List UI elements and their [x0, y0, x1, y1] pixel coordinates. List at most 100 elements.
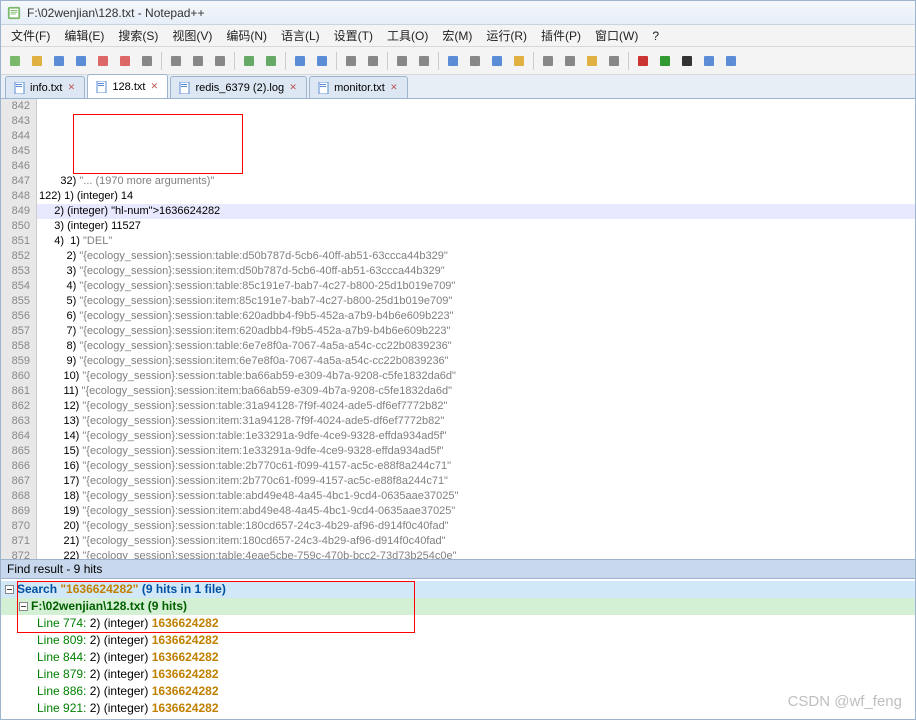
gutter-line: 859 [1, 354, 30, 369]
gutter-line: 865 [1, 444, 30, 459]
code-area[interactable]: 数据量大 32) "... (1970 more arguments)"122)… [37, 99, 915, 559]
collapse-icon[interactable] [19, 602, 28, 611]
menu-search[interactable]: 搜索(S) [112, 25, 164, 46]
undo-icon[interactable] [239, 51, 259, 71]
open-file-icon[interactable] [27, 51, 47, 71]
app-icon [7, 6, 21, 20]
gutter-line: 855 [1, 294, 30, 309]
menu-macro[interactable]: 宏(M) [436, 25, 478, 46]
find-results[interactable]: Search "1636624282" (9 hits in 1 file)F:… [1, 579, 915, 719]
code-line: 3) (integer) 11527 [37, 219, 915, 234]
play-icon[interactable] [655, 51, 675, 71]
stop-icon[interactable] [677, 51, 697, 71]
wordwrap-icon[interactable] [443, 51, 463, 71]
document-icon [96, 81, 108, 93]
record-icon[interactable] [633, 51, 653, 71]
menu-help[interactable]: ? [646, 27, 665, 45]
menu-language[interactable]: 语言(L) [275, 25, 326, 46]
sync-h-icon[interactable] [414, 51, 434, 71]
gutter-line: 844 [1, 129, 30, 144]
indent-guide-icon[interactable] [487, 51, 507, 71]
code-line: 17) "{ecology_session}:session:item:2b77… [37, 474, 915, 489]
find-hit-line[interactable]: Line 774: 2) (integer) 1636624282 [1, 615, 915, 632]
code-line: 7) "{ecology_session}:session:item:620ad… [37, 324, 915, 339]
code-line: 11) "{ecology_session}:session:item:ba66… [37, 384, 915, 399]
code-line: 16) "{ecology_session}:session:table:2b7… [37, 459, 915, 474]
gutter-line: 842 [1, 99, 30, 114]
close-all-icon[interactable] [115, 51, 135, 71]
save-all-icon[interactable] [71, 51, 91, 71]
window-title: F:\02wenjian\128.txt - Notepad++ [27, 6, 204, 20]
menu-tools[interactable]: 工具(O) [381, 25, 434, 46]
gutter-line: 872 [1, 549, 30, 559]
find-results-header: Find result - 9 hits [1, 559, 915, 579]
find-hit-line[interactable]: Line 921: 2) (integer) 1636624282 [1, 700, 915, 717]
folder-icon[interactable] [582, 51, 602, 71]
find-file-line[interactable]: F:\02wenjian\128.txt (9 hits) [1, 598, 915, 615]
sync-v-icon[interactable] [392, 51, 412, 71]
find-hit-line[interactable]: Line 879: 2) (integer) 1636624282 [1, 666, 915, 683]
find-hit-line[interactable]: Line 809: 2) (integer) 1636624282 [1, 632, 915, 649]
gutter-line: 857 [1, 324, 30, 339]
code-line: 13) "{ecology_session}:session:item:31a9… [37, 414, 915, 429]
menu-settings[interactable]: 设置(T) [328, 25, 379, 46]
tab-redis-6379--2--log[interactable]: redis_6379 (2).log✕ [170, 76, 307, 98]
func-list-icon[interactable] [560, 51, 580, 71]
menu-view[interactable]: 视图(V) [166, 25, 218, 46]
tab-monitor-txt[interactable]: monitor.txt✕ [309, 76, 408, 98]
gutter-line: 845 [1, 144, 30, 159]
gutter-line: 870 [1, 519, 30, 534]
menu-run[interactable]: 运行(R) [480, 25, 533, 46]
gutter-line: 856 [1, 309, 30, 324]
tab-close-icon[interactable]: ✕ [149, 82, 159, 92]
playback-icon[interactable] [699, 51, 719, 71]
menu-plugins[interactable]: 插件(P) [535, 25, 587, 46]
code-line: 20) "{ecology_session}:session:table:180… [37, 519, 915, 534]
gutter-line: 866 [1, 459, 30, 474]
zoom-out-icon[interactable] [363, 51, 383, 71]
gutter-line: 846 [1, 159, 30, 174]
collapse-icon[interactable] [5, 585, 14, 594]
find-hit-line[interactable]: Line 886: 2) (integer) 1636624282 [1, 683, 915, 700]
print-icon[interactable] [137, 51, 157, 71]
close-icon[interactable] [93, 51, 113, 71]
gutter-line: 861 [1, 384, 30, 399]
menu-file[interactable]: 文件(F) [5, 25, 56, 46]
find-hit-line[interactable]: Line 844: 2) (integer) 1636624282 [1, 649, 915, 666]
doc-map-icon[interactable] [538, 51, 558, 71]
copy-icon[interactable] [188, 51, 208, 71]
code-line: 8) "{ecology_session}:session:table:6e7e… [37, 339, 915, 354]
tab-close-icon[interactable]: ✕ [389, 83, 399, 93]
document-icon [318, 82, 330, 94]
menu-window[interactable]: 窗口(W) [589, 25, 644, 46]
gutter-line: 847 [1, 174, 30, 189]
tab-128-txt[interactable]: 128.txt✕ [87, 74, 168, 98]
document-icon [14, 82, 26, 94]
menu-edit[interactable]: 编辑(E) [58, 25, 110, 46]
save-icon[interactable] [49, 51, 69, 71]
monitor-icon[interactable] [604, 51, 624, 71]
tab-close-icon[interactable]: ✕ [288, 83, 298, 93]
lang-icon[interactable] [509, 51, 529, 71]
code-line: 32) "... (1970 more arguments)" [37, 174, 915, 189]
menu-encoding[interactable]: 编码(N) [220, 25, 273, 46]
save-macro-icon[interactable] [721, 51, 741, 71]
tab-info-txt[interactable]: info.txt✕ [5, 76, 85, 98]
find-icon[interactable] [290, 51, 310, 71]
find-search-line[interactable]: Search "1636624282" (9 hits in 1 file) [1, 581, 915, 598]
editor: 8428438448458468478488498508518528538548… [1, 99, 915, 559]
code-line: 18) "{ecology_session}:session:table:abd… [37, 489, 915, 504]
cut-icon[interactable] [166, 51, 186, 71]
gutter-line: 853 [1, 264, 30, 279]
all-chars-icon[interactable] [465, 51, 485, 71]
code-line: 19) "{ecology_session}:session:item:abd4… [37, 504, 915, 519]
paste-icon[interactable] [210, 51, 230, 71]
zoom-in-icon[interactable] [341, 51, 361, 71]
code-line: 12) "{ecology_session}:session:table:31a… [37, 399, 915, 414]
tab-close-icon[interactable]: ✕ [66, 83, 76, 93]
replace-icon[interactable] [312, 51, 332, 71]
document-icon [179, 82, 191, 94]
new-file-icon[interactable] [5, 51, 25, 71]
toolbar [1, 47, 915, 75]
redo-icon[interactable] [261, 51, 281, 71]
